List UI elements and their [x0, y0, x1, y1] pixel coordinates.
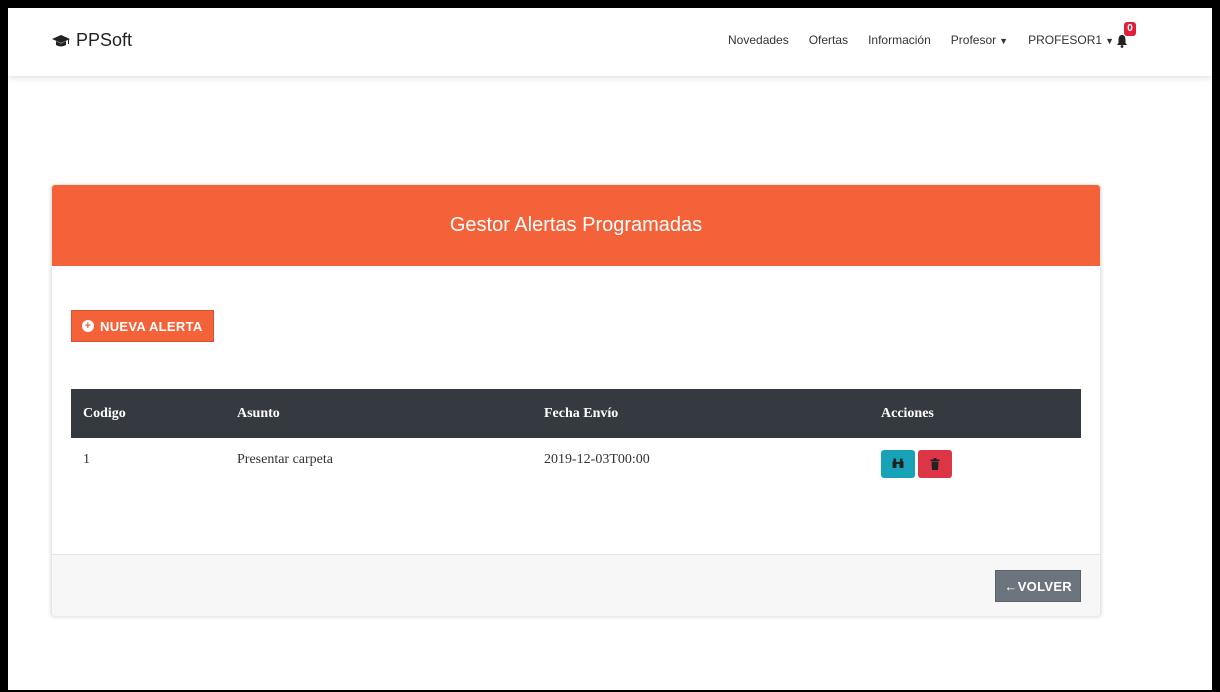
- navbar: PPSoft Novedades Ofertas Información Pro…: [8, 8, 1212, 76]
- nav-profesor-dropdown[interactable]: Profesor ▼: [951, 33, 1008, 47]
- caret-down-icon: ▼: [999, 36, 1009, 46]
- notification-badge: 0: [1124, 22, 1136, 36]
- back-button[interactable]: ←VOLVER: [995, 570, 1081, 602]
- new-alert-label: NUEVA ALERTA: [100, 318, 203, 334]
- col-header-fecha: Fecha Envío: [544, 405, 619, 421]
- nav-ofertas[interactable]: Ofertas: [809, 33, 848, 47]
- card-footer: ←VOLVER: [52, 554, 1100, 616]
- new-alert-button[interactable]: + NUEVA ALERTA: [71, 310, 214, 342]
- brand-name: PPSoft: [76, 30, 133, 50]
- nav-informacion[interactable]: Información: [868, 33, 931, 47]
- cell-asunto: Presentar carpeta: [237, 452, 333, 467]
- table-row: 1 Presentar carpeta 2019-12-03T00:00: [71, 438, 1081, 508]
- card-title: Gestor Alertas Programadas: [52, 185, 1100, 266]
- trash-icon: [930, 458, 940, 470]
- graduation-cap-icon: [52, 34, 70, 46]
- nav-novedades[interactable]: Novedades: [728, 33, 789, 47]
- col-header-asunto: Asunto: [237, 405, 280, 421]
- brand[interactable]: PPSoft: [52, 30, 132, 51]
- caret-down-icon: ▼: [1105, 36, 1114, 46]
- binoculars-icon: [892, 458, 904, 468]
- delete-button[interactable]: [918, 450, 952, 478]
- alerts-card: Gestor Alertas Programadas + NUEVA ALERT…: [51, 184, 1101, 616]
- nav-user-dropdown[interactable]: PROFESOR1 ▼: [1028, 33, 1114, 47]
- nav-menu: Novedades Ofertas Información Profesor ▼ …: [728, 33, 1114, 47]
- plus-circle-icon: +: [82, 320, 94, 332]
- app-frame: PPSoft Novedades Ofertas Información Pro…: [8, 8, 1212, 690]
- bell-icon[interactable]: [1116, 34, 1128, 48]
- table-header-row: Codigo Asunto Fecha Envío Acciones: [71, 389, 1081, 438]
- nav-user-label: PROFESOR1: [1028, 33, 1103, 47]
- cell-codigo: 1: [83, 452, 90, 467]
- cell-acciones: [869, 438, 1081, 508]
- col-header-acciones: Acciones: [881, 405, 934, 421]
- alerts-table: Codigo Asunto Fecha Envío Acciones 1 Pre…: [71, 389, 1081, 508]
- view-button[interactable]: [881, 450, 915, 478]
- nav-profesor-label: Profesor: [950, 33, 997, 47]
- col-header-codigo: Codigo: [83, 405, 126, 421]
- cell-fecha: 2019-12-03T00:00: [544, 452, 650, 467]
